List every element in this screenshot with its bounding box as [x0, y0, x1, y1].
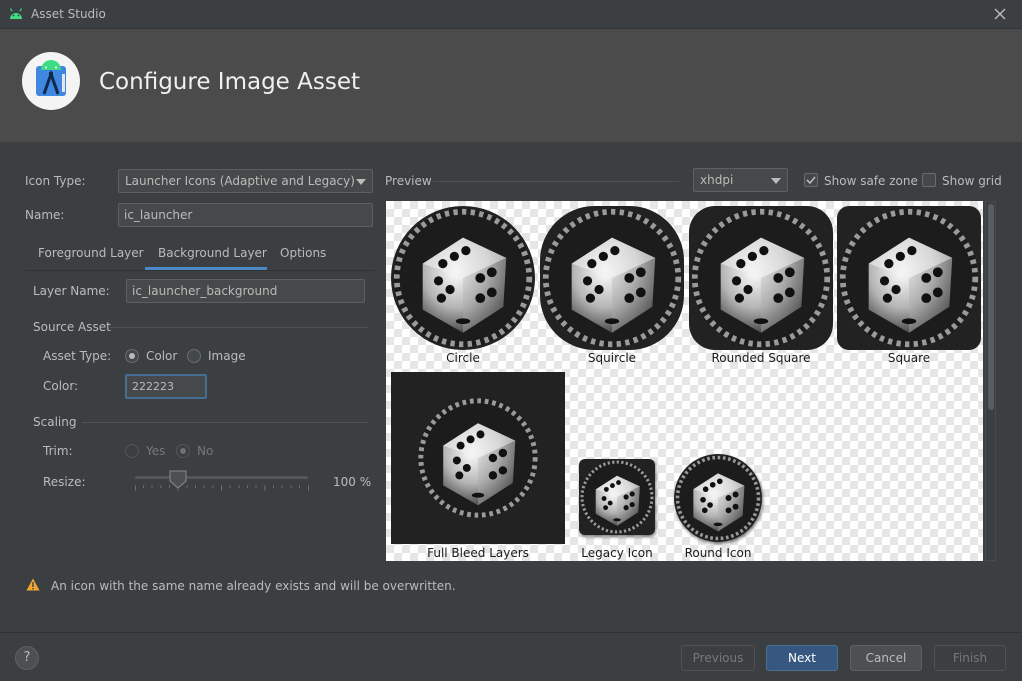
- show-safe-zone-label: Show safe zone: [824, 174, 918, 188]
- tab-background-layer[interactable]: Background Layer: [158, 246, 267, 260]
- trim-no-label: No: [197, 444, 214, 458]
- trim-yes-label: Yes: [146, 444, 166, 458]
- warning-icon: [26, 578, 40, 591]
- warning-message: An icon with the same name already exist…: [51, 579, 456, 593]
- trim-no-radio[interactable]: [176, 444, 190, 458]
- resize-label: Resize:: [43, 475, 86, 489]
- circle-icon: [391, 206, 535, 350]
- asset-type-image-radio[interactable]: [187, 349, 201, 363]
- name-label: Name:: [25, 208, 65, 222]
- icon-caption: Rounded Square: [711, 351, 811, 365]
- show-safe-zone-checkbox[interactable]: [804, 173, 818, 187]
- icon-caption: Circle: [446, 351, 480, 365]
- resize-slider-thumb[interactable]: [168, 469, 188, 489]
- icon-type-dropdown[interactable]: Launcher Icons (Adaptive and Legacy): [118, 169, 373, 193]
- color-field[interactable]: 222223: [125, 374, 207, 399]
- window-title: Asset Studio: [31, 7, 106, 21]
- icon-caption: Legacy Icon: [581, 546, 653, 560]
- cancel-button[interactable]: Cancel: [850, 645, 922, 671]
- next-button[interactable]: Next: [766, 645, 838, 671]
- resize-value: 100 %: [333, 475, 372, 489]
- scrollbar-thumb[interactable]: [988, 204, 994, 410]
- icon-preview-area: Circle Squircle Rounded Square Square Fu…: [386, 201, 983, 561]
- scaling-heading: Scaling: [33, 415, 77, 429]
- icon-caption: Full Bleed Layers: [427, 546, 529, 560]
- layer-name-field[interactable]: ic_launcher_background: [126, 279, 365, 303]
- divider: [433, 181, 679, 182]
- asset-type-image-label: Image: [208, 349, 246, 363]
- icon-caption: Round Icon: [684, 546, 752, 560]
- resize-slider-track[interactable]: [135, 476, 308, 479]
- squircle-icon: [540, 206, 684, 350]
- density-value: xhdpi: [700, 173, 734, 187]
- trim-label: Trim:: [43, 444, 73, 458]
- preview-label: Preview: [385, 174, 432, 188]
- trim-yes-radio[interactable]: [125, 444, 139, 458]
- icon-type-label: Icon Type:: [25, 174, 86, 188]
- title-bar: Asset Studio: [0, 0, 1022, 29]
- density-dropdown[interactable]: xhdpi: [693, 168, 788, 192]
- close-icon[interactable]: [992, 6, 1008, 22]
- asset-type-color-radio[interactable]: [125, 349, 139, 363]
- square-icon: [837, 206, 981, 350]
- layer-name-label: Layer Name:: [33, 284, 110, 298]
- icon-caption: Squircle: [587, 351, 637, 365]
- finish-button[interactable]: Finish: [934, 645, 1006, 671]
- android-studio-logo: [22, 52, 80, 110]
- divider: [110, 327, 368, 328]
- rounded-square-icon: [689, 206, 833, 350]
- source-asset-heading: Source Asset: [33, 320, 111, 334]
- chevron-down-icon: [771, 178, 781, 184]
- help-button[interactable]: ?: [15, 646, 39, 670]
- header-banner: Configure Image Asset: [0, 29, 1022, 142]
- preview-scrollbar[interactable]: [985, 201, 996, 561]
- android-icon: [9, 8, 23, 19]
- previous-button[interactable]: Previous: [681, 645, 755, 671]
- name-field[interactable]: ic_launcher: [118, 203, 373, 227]
- tab-options[interactable]: Options: [280, 246, 326, 260]
- tabs-divider: [25, 270, 375, 271]
- asset-type-label: Asset Type:: [43, 349, 112, 363]
- divider: [82, 422, 368, 423]
- full-bleed-layers-icon: [391, 372, 565, 544]
- selected-tab-indicator: [145, 267, 267, 270]
- legacy-icon: [579, 459, 655, 535]
- icon-type-value: Launcher Icons (Adaptive and Legacy): [125, 174, 355, 188]
- asset-type-color-label: Color: [146, 349, 178, 363]
- show-grid-label: Show grid: [942, 174, 1002, 188]
- resize-slider-ticks: [135, 485, 309, 491]
- android-studio-icon: [36, 60, 66, 96]
- footer-divider: [0, 632, 1022, 633]
- page-title: Configure Image Asset: [99, 69, 360, 95]
- tab-foreground-layer[interactable]: Foreground Layer: [38, 246, 144, 260]
- icon-caption: Square: [887, 351, 931, 365]
- checkmark-icon: [806, 176, 816, 185]
- chevron-down-icon: [356, 179, 366, 185]
- round-icon: [674, 454, 762, 542]
- color-label: Color:: [43, 379, 79, 393]
- show-grid-checkbox[interactable]: [922, 173, 936, 187]
